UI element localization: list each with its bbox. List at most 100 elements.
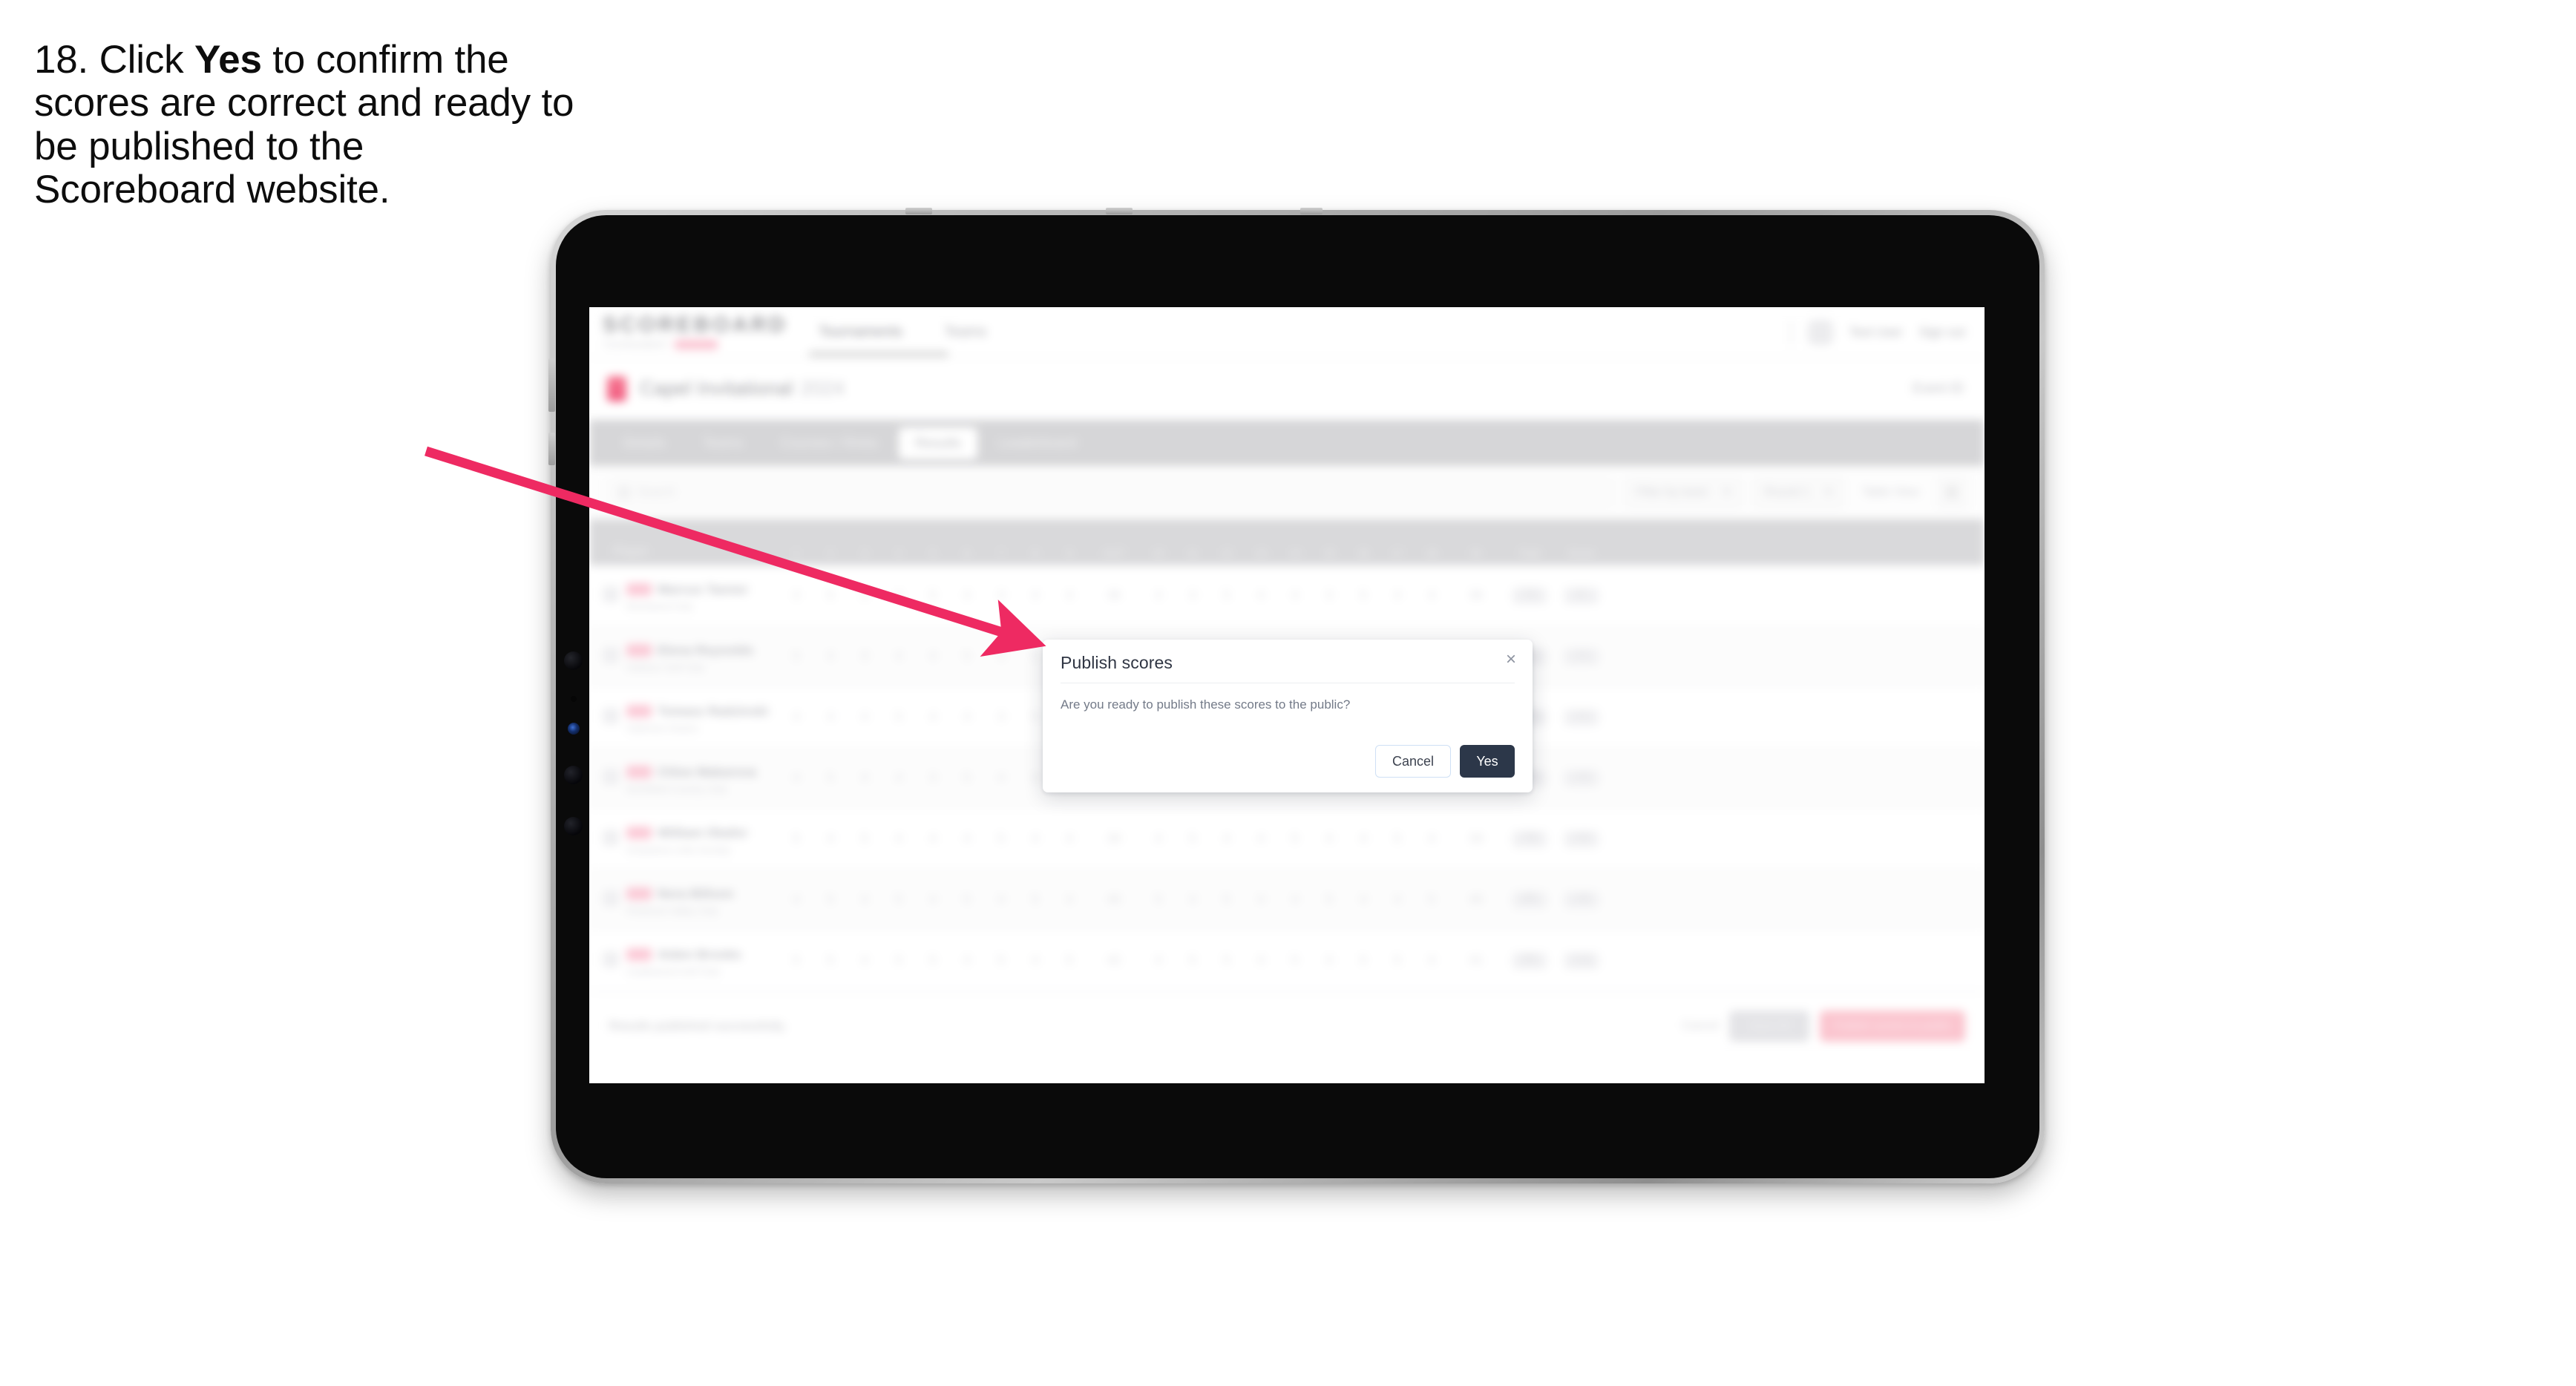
score-cell[interactable]: 5 [1141, 893, 1176, 907]
score-cell[interactable]: 4 [848, 893, 882, 907]
score-cell[interactable]: 4 [950, 589, 984, 602]
score-cell[interactable]: 4 [984, 893, 1018, 907]
tab-courses[interactable]: Courses / Rinks [764, 427, 895, 459]
score-cell[interactable]: 4 [950, 954, 984, 968]
score-cell[interactable]: 40 [1087, 893, 1141, 907]
score-cell[interactable]: 5 [813, 954, 848, 968]
score-cell[interactable]: 5 [813, 893, 848, 907]
score-cell[interactable]: 5 [882, 954, 916, 968]
volume-down-button[interactable] [1300, 208, 1323, 214]
score-cell[interactable]: 4 [1018, 589, 1052, 602]
score-summary-cell[interactable]: E [1556, 587, 1607, 604]
score-cell[interactable]: 39 [1087, 832, 1141, 846]
table-row[interactable]: William Okafor Greystone Links Society 5 4 5… [589, 809, 1985, 870]
score-cell[interactable]: 4 [848, 772, 882, 785]
score-cell[interactable]: 42 [1087, 954, 1141, 968]
score-cell[interactable]: 4 [779, 711, 813, 724]
score-cell[interactable]: 4 [813, 650, 848, 663]
score-cell[interactable]: 5 [916, 954, 950, 968]
search-input[interactable]: Search [607, 477, 1615, 508]
table-row[interactable]: Marcus Tanner Riverbend Club 4 5 3 4 5 4 3 4 4 36 4 3… [589, 565, 1985, 626]
score-cell[interactable]: 4 [916, 893, 950, 907]
score-cell[interactable]: 5 [1210, 589, 1244, 602]
score-cell[interactable]: 4 [1415, 589, 1449, 602]
tab-leaderboard[interactable]: Leaderboard [982, 427, 1092, 459]
score-cell[interactable]: 4 [1278, 589, 1312, 602]
score-cell[interactable]: 36 [1449, 589, 1504, 602]
score-cell[interactable]: 4 [1415, 954, 1449, 968]
score-summary-cell[interactable]: 80 [1504, 891, 1556, 908]
score-cell[interactable]: 36 [1087, 589, 1141, 602]
score-cell[interactable]: 4 [1018, 832, 1052, 846]
score-cell[interactable]: 3 [916, 772, 950, 785]
score-cell[interactable]: 5 [813, 589, 848, 602]
score-cell[interactable]: 5 [1380, 832, 1415, 846]
score-cell[interactable]: 4 [984, 650, 1018, 663]
score-cell[interactable]: 5 [1346, 954, 1380, 968]
score-cell[interactable]: 4 [848, 711, 882, 724]
score-cell[interactable]: 5 [916, 589, 950, 602]
row-checkbox[interactable] [603, 768, 619, 785]
score-cell[interactable]: 4 [1210, 832, 1244, 846]
score-cell[interactable]: 5 [1210, 893, 1244, 907]
score-cell[interactable]: 5 [1176, 954, 1210, 968]
score-summary-cell[interactable]: 78 [1504, 830, 1556, 847]
score-cell[interactable]: 4 [1176, 893, 1210, 907]
score-cell[interactable]: 5 [1210, 954, 1244, 968]
score-cell[interactable]: 4 [1312, 954, 1346, 968]
score-cell[interactable]: 5 [1018, 893, 1052, 907]
score-cell[interactable]: 4 [1380, 893, 1415, 907]
close-icon[interactable]: × [1506, 651, 1516, 669]
row-checkbox[interactable] [603, 646, 619, 663]
nav-username[interactable]: Test User [1849, 325, 1903, 340]
score-cell[interactable]: 5 [950, 772, 984, 785]
brand-logo[interactable]: SCOREBOARD TOURNAMENT [603, 315, 784, 349]
score-cell[interactable]: 5 [984, 954, 1018, 968]
score-cell[interactable]: 3 [1176, 589, 1210, 602]
score-cell[interactable]: 4 [1244, 589, 1278, 602]
score-summary-cell[interactable]: +6 [1556, 830, 1607, 847]
score-cell[interactable]: 4 [779, 772, 813, 785]
score-cell[interactable]: 4 [916, 650, 950, 663]
score-cell[interactable]: 3 [984, 589, 1018, 602]
score-cell[interactable]: 4 [1415, 832, 1449, 846]
score-cell[interactable]: 4 [1141, 832, 1176, 846]
score-cell[interactable]: 5 [950, 650, 984, 663]
score-cell[interactable]: 5 [779, 954, 813, 968]
score-cell[interactable]: 4 [1346, 893, 1380, 907]
score-cell[interactable]: 3 [848, 650, 882, 663]
score-cell[interactable]: 5 [779, 832, 813, 846]
score-cell[interactable]: 5 [848, 832, 882, 846]
round-filter-dropdown[interactable]: Round 1 [1753, 476, 1844, 508]
volume-up-button[interactable] [1106, 208, 1133, 214]
publish-scores-button[interactable]: Publish scores to public [1820, 1010, 1965, 1042]
row-checkbox[interactable] [603, 890, 619, 907]
score-cell[interactable]: 5 [779, 650, 813, 663]
score-cell[interactable]: 4 [813, 832, 848, 846]
row-checkbox[interactable] [603, 585, 619, 602]
score-cell[interactable]: 5 [1346, 589, 1380, 602]
tab-results[interactable]: Results [899, 427, 978, 459]
score-cell[interactable]: 4 [1141, 954, 1176, 968]
row-checkbox[interactable] [603, 829, 619, 846]
score-cell[interactable]: 40 [1449, 893, 1504, 907]
tab-teams[interactable]: Teams [686, 427, 760, 459]
score-cell[interactable]: 4 [916, 832, 950, 846]
side-button-lower[interactable] [548, 433, 555, 465]
score-summary-cell[interactable]: +1 [1556, 709, 1607, 726]
nav-link-teams[interactable]: Teams [944, 324, 986, 341]
yes-button[interactable]: Yes [1460, 745, 1515, 778]
score-cell[interactable]: 4 [1244, 954, 1278, 968]
score-summary-cell[interactable]: 83 [1504, 952, 1556, 969]
score-cell[interactable]: 4 [1244, 893, 1278, 907]
score-cell[interactable]: 3 [984, 711, 1018, 724]
score-cell[interactable]: 4 [1052, 832, 1087, 846]
score-cell[interactable]: 4 [882, 772, 916, 785]
avatar[interactable] [1807, 319, 1833, 345]
score-cell[interactable]: 4 [882, 832, 916, 846]
score-cell[interactable]: 5 [882, 893, 916, 907]
score-cell[interactable]: 4 [916, 711, 950, 724]
table-row[interactable]: Aiden Brooks Castlewood Golf Club 5 5 4 5 5 4 5 4… [589, 930, 1985, 991]
team-filter-dropdown[interactable]: Filter by team [1625, 476, 1743, 508]
score-summary-cell[interactable]: +3 [1556, 769, 1607, 786]
